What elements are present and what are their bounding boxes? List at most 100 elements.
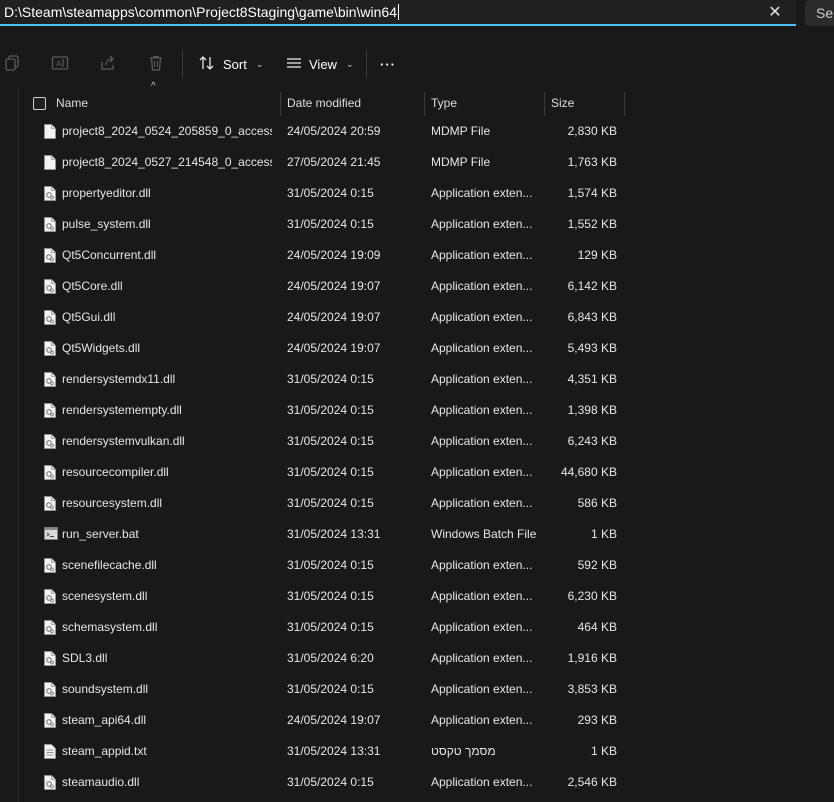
file-row[interactable]: propertyeditor.dll 31/05/2024 0:15 Applica…: [18, 178, 832, 209]
file-date-modified: 31/05/2024 0:15: [287, 775, 374, 789]
file-size: 2,546 KB: [567, 775, 617, 789]
file-size: 1,763 KB: [567, 155, 617, 169]
file-row[interactable]: rendersystemempty.dll 31/05/2024 0:15 Appl…: [18, 395, 832, 426]
file-date-modified: 31/05/2024 0:15: [287, 434, 374, 448]
file-type: Application exten...: [431, 372, 533, 386]
file-row[interactable]: scenesystem.dll 31/05/2024 0:15 Applicatio…: [18, 581, 832, 612]
file-size: 4,351 KB: [567, 372, 617, 386]
file-date-modified: 31/05/2024 0:15: [287, 217, 374, 231]
file-row[interactable]: resourcecompiler.dll 31/05/2024 0:15 Appli…: [18, 457, 832, 488]
file-size: 6,843 KB: [567, 310, 617, 324]
file-name: scenesystem.dll: [62, 589, 148, 603]
file-date-modified: 31/05/2024 0:15: [287, 186, 374, 200]
dll-file-icon: [44, 589, 56, 604]
file-size: 293 KB: [577, 713, 617, 727]
file-date-modified: 24/05/2024 20:59: [287, 124, 381, 138]
file-row[interactable]: project8_2024_0524_205859_0_accessvi... 2…: [18, 116, 832, 147]
file-date-modified: 31/05/2024 13:31: [287, 744, 381, 758]
file-name: scenefilecache.dll: [62, 558, 157, 572]
toolbar-divider: [366, 50, 367, 78]
dll-file-icon: [44, 775, 56, 790]
copy-icon[interactable]: [2, 52, 24, 74]
clear-address-icon[interactable]: ✕: [765, 3, 785, 23]
file-date-modified: 31/05/2024 0:15: [287, 496, 374, 510]
file-type: Application exten...: [431, 496, 533, 510]
dll-file-icon: [44, 434, 56, 449]
file-type: Application exten...: [431, 186, 533, 200]
file-name: project8_2024_0524_205859_0_accessvi...: [62, 124, 272, 138]
file-date-modified: 31/05/2024 0:15: [287, 682, 374, 696]
file-type: Application exten...: [431, 682, 533, 696]
command-bar: A Sort ⌄ View ⌄ ···: [0, 40, 834, 88]
file-row[interactable]: pulse_system.dll 31/05/2024 0:15 Applicati…: [18, 209, 832, 240]
file-name: rendersystemdx11.dll: [62, 372, 176, 386]
file-size: 464 KB: [577, 620, 617, 634]
batch-file-icon: [44, 527, 58, 542]
file-row[interactable]: steamaudio.dll 31/05/2024 0:15 Application…: [18, 767, 832, 798]
column-header-size[interactable]: Size: [545, 88, 624, 118]
column-divider[interactable]: [624, 92, 625, 116]
column-header-name[interactable]: Name: [50, 88, 280, 118]
dll-file-icon: [44, 558, 56, 573]
file-date-modified: 31/05/2024 6:20: [287, 651, 374, 665]
file-row[interactable]: resourcesystem.dll 31/05/2024 0:15 Applica…: [18, 488, 832, 519]
file-type: Application exten...: [431, 341, 533, 355]
rename-icon[interactable]: A: [49, 52, 71, 74]
file-date-modified: 24/05/2024 19:09: [287, 248, 381, 262]
file-type: Application exten...: [431, 310, 533, 324]
file-date-modified: 24/05/2024 19:07: [287, 713, 381, 727]
dll-file-icon: [44, 217, 56, 232]
file-name: rendersystemempty.dll: [62, 403, 182, 417]
file-size: 1,398 KB: [567, 403, 617, 417]
search-input[interactable]: Se: [805, 0, 834, 26]
view-list-icon: [286, 56, 302, 73]
file-type: Application exten...: [431, 279, 533, 293]
file-name: propertyeditor.dll: [62, 186, 151, 200]
file-row[interactable]: project8_2024_0527_214548_0_accessvi... 2…: [18, 147, 832, 178]
share-icon[interactable]: [97, 52, 119, 74]
blank-file-icon: [44, 155, 56, 170]
file-type: Application exten...: [431, 558, 533, 572]
file-row[interactable]: Qt5Gui.dll 24/05/2024 19:07 Application ex…: [18, 302, 832, 333]
file-row[interactable]: scenefilecache.dll 31/05/2024 0:15 Applica…: [18, 550, 832, 581]
blank-file-icon: [44, 124, 56, 139]
delete-icon[interactable]: [145, 52, 167, 74]
address-path-input[interactable]: D:\Steam\steamapps\common\Project8Stagin…: [4, 4, 399, 20]
file-type: Application exten...: [431, 713, 533, 727]
file-type: Application exten...: [431, 217, 533, 231]
file-row[interactable]: SDL3.dll 31/05/2024 6:20 Application exten…: [18, 643, 832, 674]
file-type: Application exten...: [431, 465, 533, 479]
view-label: View: [309, 56, 337, 72]
file-row[interactable]: steam_appid.txt 31/05/2024 13:31 מסמך טקסט…: [18, 736, 832, 767]
dll-file-icon: [44, 403, 56, 418]
view-button[interactable]: View ⌄: [286, 52, 354, 76]
file-row[interactable]: Qt5Widgets.dll 24/05/2024 19:07 Applicatio…: [18, 333, 832, 364]
file-type: Application exten...: [431, 651, 533, 665]
column-header-date[interactable]: Date modified: [281, 88, 424, 118]
file-date-modified: 24/05/2024 19:07: [287, 310, 381, 324]
file-size: 6,142 KB: [567, 279, 617, 293]
file-row[interactable]: steam_api64.dll 24/05/2024 19:07 Applicati…: [18, 705, 832, 736]
file-name: schemasystem.dll: [62, 620, 158, 634]
select-all-checkbox[interactable]: [33, 97, 46, 110]
file-size: 129 KB: [577, 248, 617, 262]
file-name: rendersystemvulkan.dll: [62, 434, 185, 448]
file-row[interactable]: Qt5Core.dll 24/05/2024 19:07 Application e…: [18, 271, 832, 302]
svg-text:A: A: [56, 60, 62, 69]
file-type: Application exten...: [431, 403, 533, 417]
more-options-button[interactable]: ···: [380, 52, 396, 76]
file-row[interactable]: rendersystemvulkan.dll 31/05/2024 0:15 App…: [18, 426, 832, 457]
dll-file-icon: [44, 341, 56, 356]
file-row[interactable]: rendersystemdx11.dll 31/05/2024 0:15 Appli…: [18, 364, 832, 395]
file-size: 1 KB: [590, 527, 617, 541]
file-row[interactable]: Qt5Concurrent.dll 24/05/2024 19:09 Applica…: [18, 240, 832, 271]
file-size: 1,552 KB: [567, 217, 617, 231]
column-header-type[interactable]: Type: [425, 88, 544, 118]
file-row[interactable]: schemasystem.dll 31/05/2024 0:15 Applicati…: [18, 612, 832, 643]
file-row[interactable]: run_server.bat 31/05/2024 13:31 Windows Ba…: [18, 519, 832, 550]
file-row[interactable]: soundsystem.dll 31/05/2024 0:15 Applicatio…: [18, 674, 832, 705]
address-bar[interactable]: D:\Steam\steamapps\common\Project8Stagin…: [0, 0, 796, 26]
file-type: MDMP File: [431, 124, 491, 138]
sort-button[interactable]: Sort ⌄: [198, 52, 263, 76]
file-type: Application exten...: [431, 775, 533, 789]
